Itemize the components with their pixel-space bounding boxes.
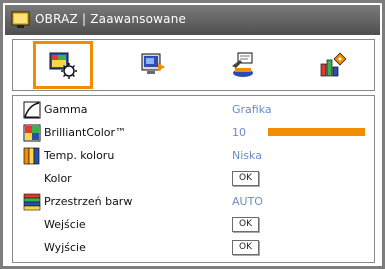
color-temp-icon xyxy=(23,147,40,165)
menu-row-gamma[interactable]: Gamma Grafika xyxy=(13,100,374,120)
menu-row-input[interactable]: Wejście OK xyxy=(13,215,374,235)
color-label: Kolor xyxy=(44,172,72,185)
output-ok-button[interactable]: OK xyxy=(232,240,259,255)
gamma-icon xyxy=(23,101,41,119)
display-icon xyxy=(141,53,165,74)
menu-row-color-space[interactable]: Przestrzeń barw AUTO xyxy=(13,192,374,212)
color-temp-label: Temp. koloru xyxy=(44,149,115,162)
menu-row-color-temp[interactable]: Temp. koloru Niska xyxy=(13,146,374,166)
tab-image-settings[interactable] xyxy=(33,41,93,89)
options-icon xyxy=(320,52,347,77)
settings-menu: Gamma Grafika BrilliantColor™ 10 Temp. k… xyxy=(12,95,375,263)
tab-display[interactable] xyxy=(123,41,183,89)
brilliantcolor-label: BrilliantColor™ xyxy=(44,126,127,139)
menu-row-color[interactable]: Kolor OK xyxy=(13,169,374,189)
osd-panel: OBRAZ | Zaawansowane Gamma Grafika Brill… xyxy=(3,3,382,266)
window-title: OBRAZ | Zaawansowane xyxy=(35,12,187,26)
title-bar: OBRAZ | Zaawansowane xyxy=(5,5,380,35)
brilliantcolor-slider[interactable] xyxy=(268,128,365,136)
tab-options[interactable] xyxy=(303,41,363,89)
input-ok-button[interactable]: OK xyxy=(232,217,259,232)
brilliantcolor-value: 10 xyxy=(232,126,246,139)
setup-icon xyxy=(232,52,253,77)
menu-row-brilliantcolor[interactable]: BrilliantColor™ 10 xyxy=(13,123,374,143)
gamma-value[interactable]: Grafika xyxy=(232,103,272,116)
menu-row-output[interactable]: Wyjście OK xyxy=(13,238,374,258)
color-space-value[interactable]: AUTO xyxy=(232,195,263,208)
osd-frame: OBRAZ | Zaawansowane Gamma Grafika Brill… xyxy=(0,0,385,269)
image-settings-icon xyxy=(49,52,77,79)
tab-bar xyxy=(12,39,375,91)
brilliantcolor-icon xyxy=(23,124,41,142)
tab-setup[interactable] xyxy=(213,41,273,89)
color-space-label: Przestrzeń barw xyxy=(44,195,133,208)
brilliantcolor-slider-fill xyxy=(268,128,363,136)
color-space-icon xyxy=(23,193,41,211)
input-label: Wejście xyxy=(44,218,86,231)
screen-icon xyxy=(11,11,30,28)
gamma-label: Gamma xyxy=(44,103,88,116)
output-label: Wyjście xyxy=(44,241,86,254)
color-temp-value[interactable]: Niska xyxy=(232,149,262,162)
color-ok-button[interactable]: OK xyxy=(232,171,259,186)
